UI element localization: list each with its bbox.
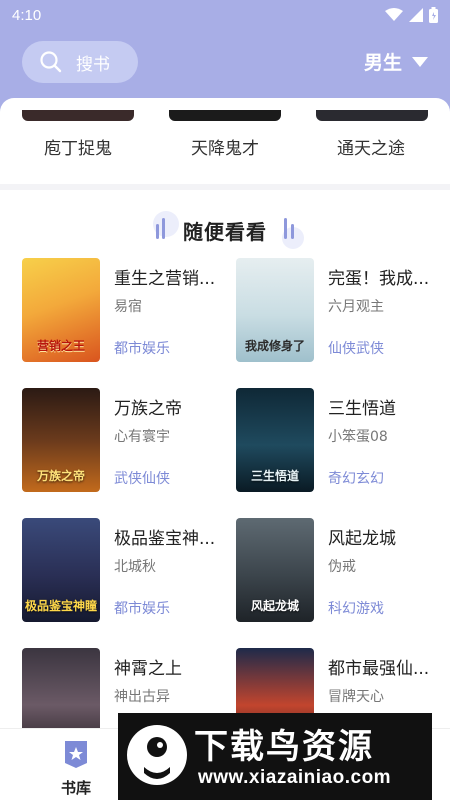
battery-icon xyxy=(429,7,438,23)
section-title: 随便看看 xyxy=(183,220,267,244)
book-title: 万族之帝 xyxy=(114,399,182,419)
watermark-url: www.xiazainiao.com xyxy=(198,767,392,788)
book-cover xyxy=(22,648,100,728)
book-cover[interactable] xyxy=(316,110,428,121)
book-cover[interactable] xyxy=(169,110,281,121)
gender-label: 男生 xyxy=(363,52,402,74)
book-item[interactable]: 我成修身了 完蛋！我成... 六月观主 仙侠武侠 xyxy=(236,258,436,366)
cover-text: 极品鉴宝神瞳 xyxy=(24,599,97,613)
decoration-icon xyxy=(282,218,304,249)
book-author: 冒牌天心 xyxy=(328,689,384,705)
book-item[interactable]: 三生悟道 三生悟道 小笨蛋08 奇幻玄幻 xyxy=(236,388,436,496)
book-item[interactable]: 营销之王 重生之营销... 易宿 都市娱乐 xyxy=(22,258,222,366)
book-author: 北城秋 xyxy=(114,559,156,575)
search-label: 搜书 xyxy=(76,54,110,75)
book-author: 心有寰宇 xyxy=(114,429,170,445)
book-item[interactable]: 极品鉴宝神瞳 极品鉴宝神... 北城秋 都市娱乐 xyxy=(22,518,222,626)
book-genre: 仙侠武侠 xyxy=(328,341,384,357)
status-time: 4:10 xyxy=(12,6,42,24)
book-author: 小笨蛋08 xyxy=(328,429,388,445)
book-cover: 万族之帝 xyxy=(22,388,100,492)
book-author: 神出古异 xyxy=(114,689,170,705)
status-bar: 4:10 xyxy=(0,0,450,30)
book-genre: 都市娱乐 xyxy=(114,341,170,357)
book-genre: 都市娱乐 xyxy=(114,601,170,617)
cover-text: 我成修身了 xyxy=(244,339,305,353)
book-title: 都市最强仙... xyxy=(328,659,430,679)
book-item[interactable]: 风起龙城 风起龙城 伪戒 科幻游戏 xyxy=(236,518,436,626)
book-title[interactable]: 庖丁捉鬼 xyxy=(8,134,148,159)
cover-text: 万族之帝 xyxy=(36,469,85,483)
book-title[interactable]: 天降鬼才 xyxy=(155,134,295,159)
book-cover: 营销之王 xyxy=(22,258,100,362)
wifi-icon xyxy=(385,8,403,21)
book-author: 易宿 xyxy=(114,299,142,315)
book-cover: 极品鉴宝神瞳 xyxy=(22,518,100,622)
search-icon xyxy=(40,51,62,73)
book-title: 极品鉴宝神... xyxy=(114,529,216,549)
book-author: 伪戒 xyxy=(328,559,356,575)
book-title[interactable]: 通天之途 xyxy=(301,134,441,159)
search-button[interactable]: 搜书 xyxy=(22,41,138,83)
book-title: 神霄之上 xyxy=(114,659,182,679)
bird-logo-icon xyxy=(127,725,187,785)
nav-tab-library[interactable]: 书库 xyxy=(48,737,104,797)
watermark-title: 下载鸟资源 xyxy=(194,727,374,767)
book-cover: 风起龙城 xyxy=(236,518,314,622)
signal-icon xyxy=(409,8,423,22)
section-divider xyxy=(0,184,450,190)
book-title: 风起龙城 xyxy=(328,529,396,549)
previous-book-row: 庖丁捉鬼 天降鬼才 通天之途 xyxy=(0,98,450,178)
book-cover: 三生悟道 xyxy=(236,388,314,492)
cover-text: 营销之王 xyxy=(36,339,85,353)
nav-label: 书库 xyxy=(60,779,91,797)
watermark-banner: 下载鸟资源 www.xiazainiao.com xyxy=(118,713,432,800)
book-cover[interactable] xyxy=(22,110,134,121)
book-title: 重生之营销... xyxy=(114,269,216,289)
book-item[interactable]: 万族之帝 万族之帝 心有寰宇 武侠仙侠 xyxy=(22,388,222,496)
book-author: 六月观主 xyxy=(328,299,384,315)
gender-selector[interactable]: 男生 xyxy=(364,48,428,75)
status-icons xyxy=(385,7,438,23)
book-genre: 科幻游戏 xyxy=(328,601,384,617)
cover-text: 三生悟道 xyxy=(250,469,299,483)
library-icon xyxy=(65,741,87,768)
caret-down-icon xyxy=(412,56,428,67)
main-content: 庖丁捉鬼 天降鬼才 通天之途 随便看看 营销之王 重生之营销... 易宿 都市娱… xyxy=(0,98,450,728)
book-title: 三生悟道 xyxy=(328,399,396,419)
section-header: 随便看看 xyxy=(0,208,450,249)
cover-text: 风起龙城 xyxy=(250,599,299,613)
book-genre: 武侠仙侠 xyxy=(114,471,170,487)
book-genre: 奇幻玄幻 xyxy=(328,471,384,487)
book-title: 完蛋！我成... xyxy=(328,269,430,289)
book-cover: 我成修身了 xyxy=(236,258,314,362)
